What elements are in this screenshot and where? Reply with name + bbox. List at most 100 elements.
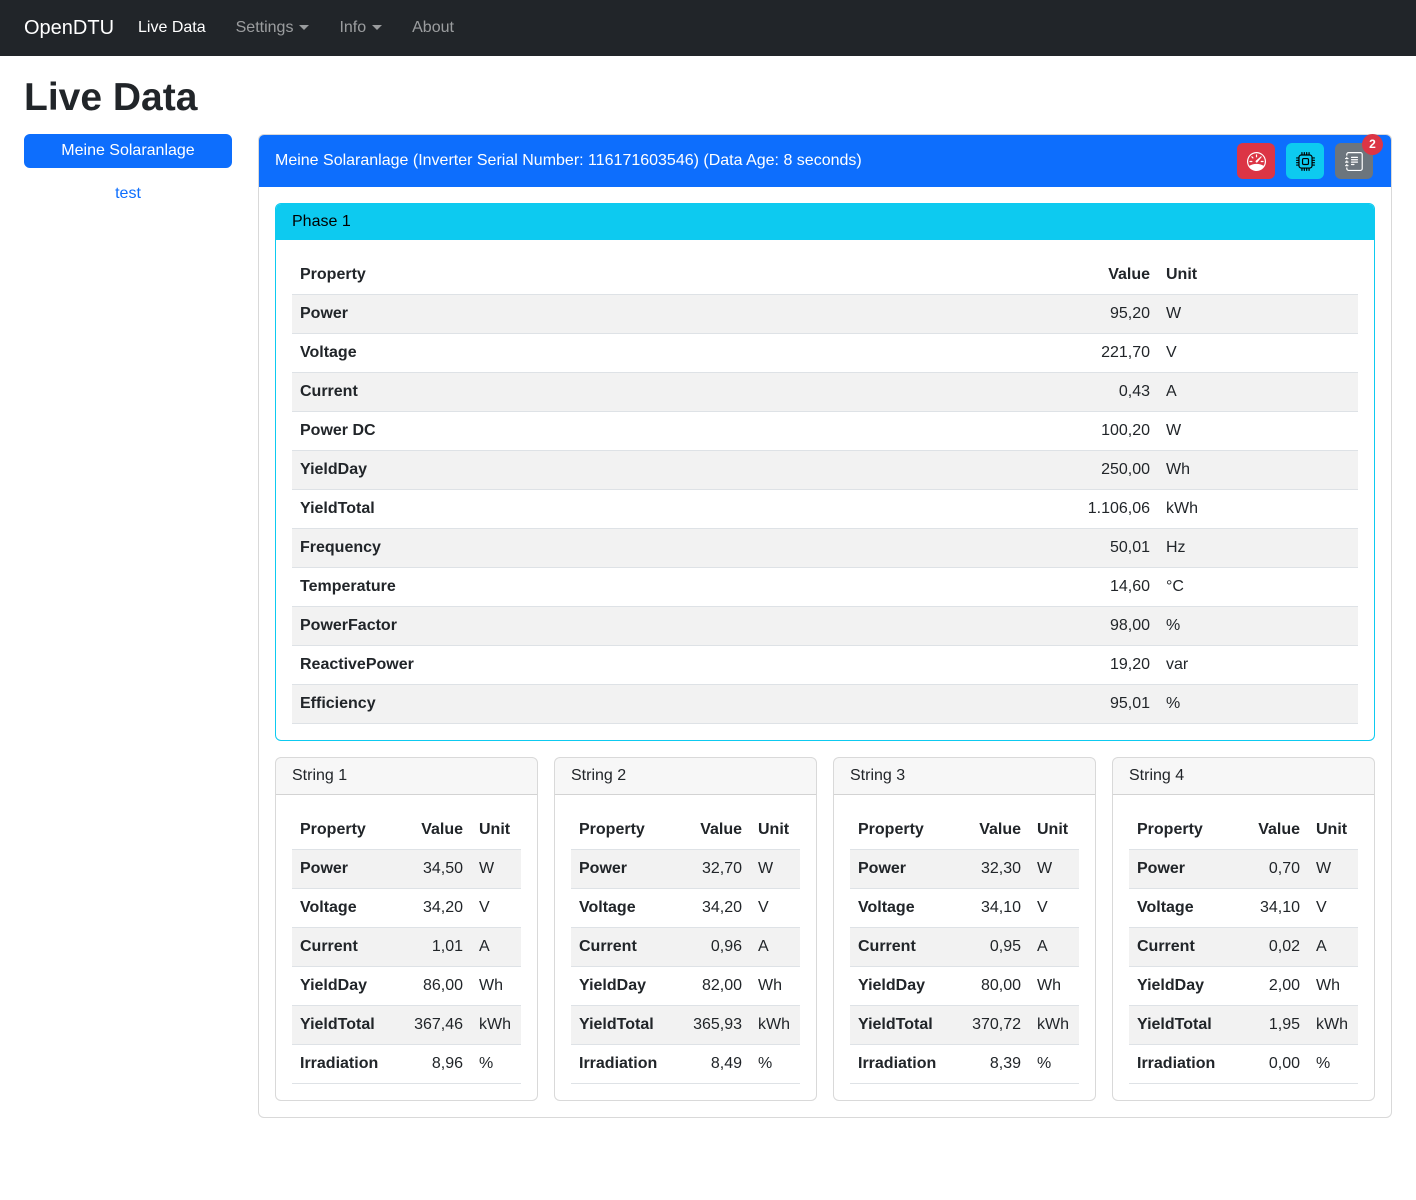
page-title: Live Data [24,76,1416,120]
event-log-button[interactable]: 2 [1335,143,1373,179]
string-1-unit-power: W [471,850,521,889]
string-1-value-power: 34,50 [399,850,471,889]
content-row: Meine Solaranlage test Meine Solaranlage… [0,134,1416,1128]
phase-card-title: Phase 1 [276,204,1374,240]
inverter-panel-body: Phase 1 PropertyValueUnitPower95,20WVolt… [259,187,1391,1117]
string-2-unit-yieldtotal: kWh [750,1006,800,1045]
string-1-value-current: 1,01 [399,928,471,967]
string-3-card-body: PropertyValueUnitPower32,30WVoltage34,10… [834,795,1095,1100]
string-4-unit-power: W [1308,850,1358,889]
phase-1-value-power-dc: 100,20 [1048,412,1158,451]
navbar-items: Live Data Settings Info About [130,11,476,45]
string-1-property-yieldday: YieldDay [292,967,399,1006]
string-1-column-header-unit: Unit [471,811,521,850]
app-brand[interactable]: OpenDTU [24,17,114,40]
string-1-table-header-row: PropertyValueUnit [292,811,521,850]
phase-1-row-current: Current0,43A [292,373,1358,412]
string-2-unit-power: W [750,850,800,889]
string-2-row-yieldtotal: YieldTotal365,93kWh [571,1006,800,1045]
string-4-unit-voltage: V [1308,889,1358,928]
string-4-row-power: Power0,70W [1129,850,1358,889]
phase-card-body: PropertyValueUnitPower95,20WVoltage221,7… [276,240,1374,740]
string-3-table-header-row: PropertyValueUnit [850,811,1079,850]
string-1-value-yieldtotal: 367,46 [399,1006,471,1045]
nav-item-info[interactable]: Info [331,11,390,45]
phase-1-unit-efficiency: % [1158,685,1358,724]
string-3-unit-yieldday: Wh [1029,967,1079,1006]
string-2-property-voltage: Voltage [571,889,678,928]
phase-1-value-power: 95,20 [1048,295,1158,334]
string-3-column-header-unit: Unit [1029,811,1079,850]
string-3-property-power: Power [850,850,957,889]
phase-1-property-powerfactor: PowerFactor [292,607,1048,646]
string-1-unit-current: A [471,928,521,967]
phase-1-property-power-dc: Power DC [292,412,1048,451]
phase-1-value-yieldtotal: 1.106,06 [1048,490,1158,529]
chevron-down-icon [372,25,382,30]
string-1-card-body: PropertyValueUnitPower34,50WVoltage34,20… [276,795,537,1100]
phase-1-unit-frequency: Hz [1158,529,1358,568]
phase-1-value-voltage: 221,70 [1048,334,1158,373]
string-1-unit-voltage: V [471,889,521,928]
string-2-table: PropertyValueUnitPower32,70WVoltage34,20… [571,811,800,1084]
phase-1-unit-power-dc: W [1158,412,1358,451]
phase-1-value-reactivepower: 19,20 [1048,646,1158,685]
string-4-column-header-property: Property [1129,811,1236,850]
string-4-property-power: Power [1129,850,1236,889]
string-2-value-power: 32,70 [678,850,750,889]
string-1-table: PropertyValueUnitPower34,50WVoltage34,20… [292,811,521,1084]
phase-1-property-efficiency: Efficiency [292,685,1048,724]
phase-1-row-power: Power95,20W [292,295,1358,334]
string-2-column-header-value: Value [678,811,750,850]
string-4-unit-current: A [1308,928,1358,967]
string-4-card-body: PropertyValueUnitPower0,70WVoltage34,10V… [1113,795,1374,1100]
string-3-column-header-property: Property [850,811,957,850]
phase-1-value-yieldday: 250,00 [1048,451,1158,490]
phase-1-row-voltage: Voltage221,70V [292,334,1358,373]
inverter-select-link-test[interactable]: test [24,185,232,203]
inverter-panel-title: Meine Solaranlage (Inverter Serial Numbe… [275,152,862,170]
string-3-value-current: 0,95 [957,928,1029,967]
phase-1-row-temperature: Temperature14,60°C [292,568,1358,607]
phase-1-row-yieldday: YieldDay250,00Wh [292,451,1358,490]
string-1-column-header-property: Property [292,811,399,850]
string-3-property-irradiation: Irradiation [850,1045,957,1084]
phase-1-value-powerfactor: 98,00 [1048,607,1158,646]
string-3-unit-yieldtotal: kWh [1029,1006,1079,1045]
device-info-button[interactable] [1286,143,1324,179]
phase-1-row-reactivepower: ReactivePower19,20var [292,646,1358,685]
string-1-value-yieldday: 86,00 [399,967,471,1006]
phase-1-value-temperature: 14,60 [1048,568,1158,607]
phase-1-unit-reactivepower: var [1158,646,1358,685]
string-4-column-header-unit: Unit [1308,811,1358,850]
phase-1-unit-yieldday: Wh [1158,451,1358,490]
phase-card: Phase 1 PropertyValueUnitPower95,20WVolt… [275,203,1375,741]
string-2-row-current: Current0,96A [571,928,800,967]
inverter-select-button[interactable]: Meine Solaranlage [24,134,232,168]
string-1-row-irradiation: Irradiation8,96% [292,1045,521,1084]
string-1-property-yieldtotal: YieldTotal [292,1006,399,1045]
string-1-property-power: Power [292,850,399,889]
phase-1-row-yieldtotal: YieldTotal1.106,06kWh [292,490,1358,529]
limit-settings-button[interactable] [1237,143,1275,179]
string-4-row-current: Current0,02A [1129,928,1358,967]
string-2-property-power: Power [571,850,678,889]
string-4-property-yieldday: YieldDay [1129,967,1236,1006]
nav-item-settings[interactable]: Settings [228,11,318,45]
string-3-property-current: Current [850,928,957,967]
string-2-row-power: Power32,70W [571,850,800,889]
nav-item-live-data[interactable]: Live Data [130,11,214,45]
phase-1-row-powerfactor: PowerFactor98,00% [292,607,1358,646]
phase-1-value-current: 0,43 [1048,373,1158,412]
phase-1-column-header-value: Value [1048,256,1158,295]
string-3-value-irradiation: 8,39 [957,1045,1029,1084]
phase-1-property-yieldday: YieldDay [292,451,1048,490]
string-3-row-current: Current0,95A [850,928,1079,967]
inverter-panel: Meine Solaranlage (Inverter Serial Numbe… [258,134,1392,1118]
cpu-icon [1296,152,1315,171]
chevron-down-icon [299,25,309,30]
string-1-property-irradiation: Irradiation [292,1045,399,1084]
nav-item-about[interactable]: About [404,11,462,45]
string-1-row-voltage: Voltage34,20V [292,889,521,928]
string-3-card: String 3PropertyValueUnitPower32,30WVolt… [833,757,1096,1101]
